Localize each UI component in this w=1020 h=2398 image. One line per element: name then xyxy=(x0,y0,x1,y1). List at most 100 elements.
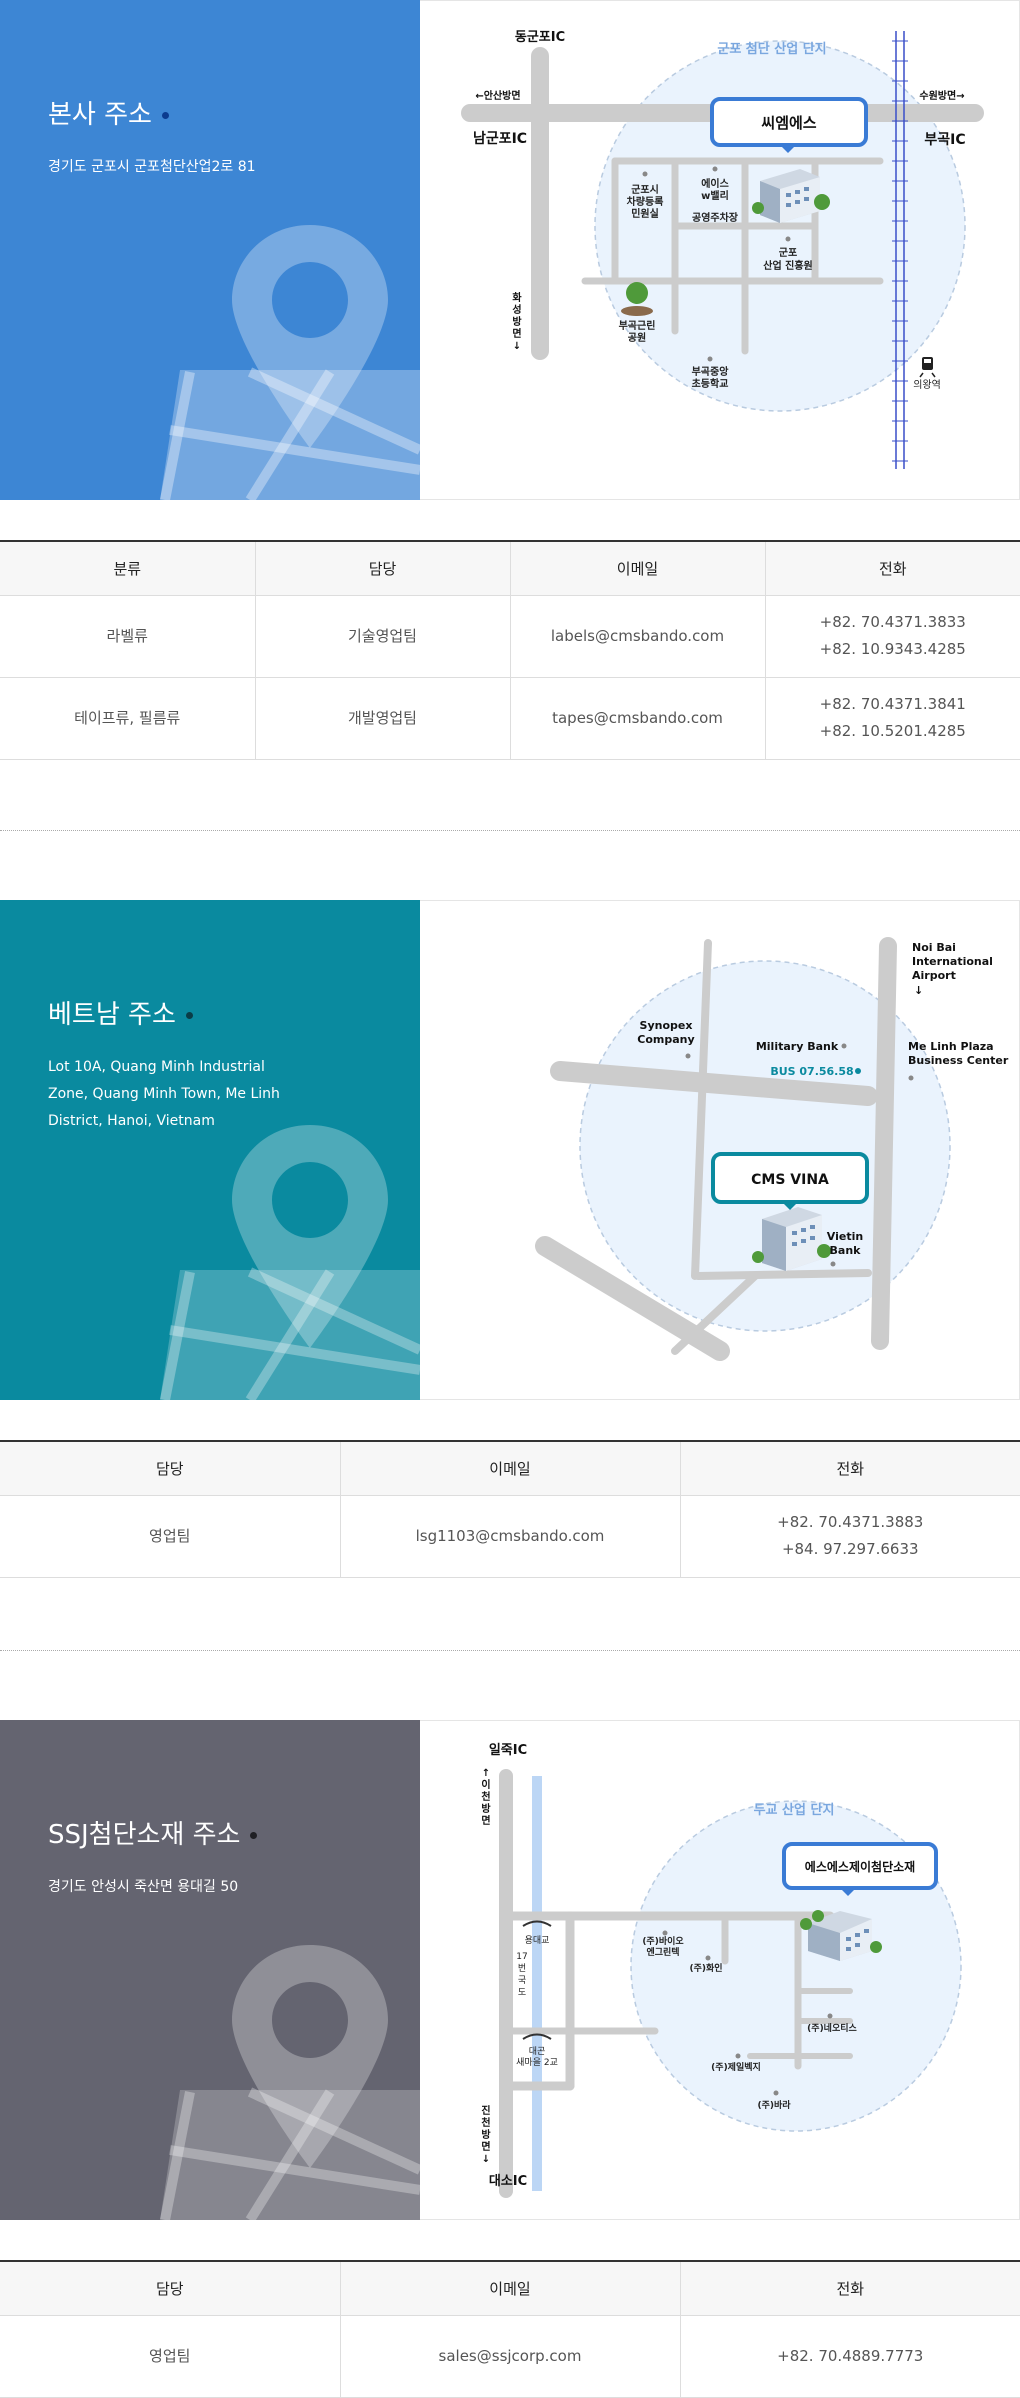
table-row: 영업팀 sales@ssjcorp.com +82. 70.4889.7773 xyxy=(0,2315,1020,2398)
email-link[interactable]: sales@ssjcorp.com xyxy=(340,2315,681,2398)
route-label: 17 xyxy=(516,1952,527,1962)
bridge-label: 대곤 xyxy=(529,2046,546,2057)
vn-address: Lot 10A, Quang Minh Industrial Zone, Qua… xyxy=(48,1059,280,1129)
direction-label: 방 xyxy=(481,2128,491,2141)
direction-label: 방 xyxy=(512,315,522,328)
ssj-map: 에스에스제이첨단소재 일죽IC 대소IC ↑ 이 천 방 면 진 천 방 면 ↓… xyxy=(420,1720,1020,2220)
direction-label: 이 xyxy=(481,1778,490,1791)
category-cell: 라벨류 xyxy=(0,595,256,678)
poi-label: Bank xyxy=(830,1244,862,1257)
poi-label: Business Center xyxy=(908,1054,1009,1067)
phone-number: +84. 97.297.6633 xyxy=(781,1540,919,1558)
poi-label: Me Linh Plaza xyxy=(908,1040,994,1053)
phone-cell: +82. 70.4371.3833 +82. 10.9343.4285 xyxy=(765,595,1020,678)
route-label: 국 xyxy=(518,1975,526,1986)
section-divider xyxy=(0,1650,1020,1651)
vn-contact-table: 담당 이메일 전화 영업팀 lsg1103@cmsbando.com +82. … xyxy=(0,1440,1020,1578)
phone-number: +82. 10.9343.4285 xyxy=(819,640,966,658)
bridge-label: 용대교 xyxy=(525,1935,550,1946)
poi-label: w밸리 xyxy=(701,189,729,202)
ic-label: 남군포IC xyxy=(473,130,527,147)
poi-label: 부곡중앙 xyxy=(692,366,730,378)
email-link[interactable]: labels@cmsbando.com xyxy=(510,595,766,678)
vn-location-section: 베트남 주소 Lot 10A, Quang Minh Industrial Zo… xyxy=(0,900,1020,1400)
map-pin-icon xyxy=(160,1945,420,2220)
poi-label: 공원 xyxy=(628,331,646,344)
poi-label: 공영주차장 xyxy=(692,211,739,224)
phone-number: +82. 70.4371.3883 xyxy=(777,1513,924,1531)
poi-label: 부곡근린 xyxy=(619,319,656,332)
header-team: 담당 xyxy=(255,540,511,596)
poi-label: (주)바라 xyxy=(757,2099,791,2111)
poi-label: (주)네오티스 xyxy=(807,2022,857,2034)
poi-label: 산업 진흥원 xyxy=(763,259,812,272)
poi-label: (주)제일벡지 xyxy=(711,2061,761,2073)
header-email: 이메일 xyxy=(510,540,766,596)
phone-cell: +82. 70.4889.7773 xyxy=(680,2315,1020,2398)
poi-label: 엔그린텍 xyxy=(646,1946,679,1958)
table-row: 라벨류 기술영업팀 labels@cmsbando.com +82. 70.43… xyxy=(0,595,1020,678)
hq-company-label: 씨엠에스 xyxy=(761,114,816,132)
vn-map: CMS VINA Noi Bai International Airport ↓… xyxy=(420,900,1020,1400)
ssj-title: SSJ첨단소재 주소 xyxy=(48,1814,258,1851)
map-pin-icon xyxy=(160,1125,420,1400)
route-label: 번 xyxy=(518,1963,526,1974)
hq-address: 경기도 군포시 군포첨단산업2로 81 xyxy=(48,159,256,175)
table-header-row: 담당 이메일 전화 xyxy=(0,1440,1020,1496)
phone-number: +82. 70.4371.3833 xyxy=(819,613,966,631)
ssj-address-panel: SSJ첨단소재 주소 경기도 안성시 죽산면 용대길 50 xyxy=(0,1720,420,2220)
hq-title: 본사 주소 xyxy=(48,94,169,131)
table-row: 테이프류, 필름류 개발영업팀 tapes@cmsbando.com +82. … xyxy=(0,677,1020,760)
header-phone: 전화 xyxy=(765,540,1020,596)
team-cell: 영업팀 xyxy=(0,2315,341,2398)
ssj-contact-table: 담당 이메일 전화 영업팀 sales@ssjcorp.com +82. 70.… xyxy=(0,2260,1020,2398)
direction-label: 면 xyxy=(481,1814,490,1827)
team-cell: 영업팀 xyxy=(0,1495,341,1578)
map-pin-icon xyxy=(160,225,420,500)
vn-company-label: CMS VINA xyxy=(751,1172,829,1188)
header-email: 이메일 xyxy=(340,1440,681,1496)
direction-label: 화 xyxy=(512,292,522,304)
hq-address-panel: 본사 주소 경기도 군포시 군포첨단산업2로 81 xyxy=(0,0,420,500)
ssj-company-label: 에스에스제이첨단소재 xyxy=(805,1859,915,1874)
team-cell: 기술영업팀 xyxy=(255,595,511,678)
station-label: 의왕역 xyxy=(913,379,941,391)
vn-address-panel: 베트남 주소 Lot 10A, Quang Minh Industrial Zo… xyxy=(0,900,420,1400)
direction-label: 면 xyxy=(481,2140,490,2153)
ic-label: 부곡IC xyxy=(924,132,965,148)
poi-label: Airport xyxy=(912,969,956,982)
phone-number: +82. 10.5201.4285 xyxy=(819,722,966,740)
phone-number: +82. 70.4371.3841 xyxy=(819,695,966,713)
direction-label: ←안산방면 xyxy=(475,89,520,102)
poi-label: International xyxy=(912,955,993,968)
email-link[interactable]: tapes@cmsbando.com xyxy=(510,677,766,760)
header-email: 이메일 xyxy=(340,2260,681,2316)
header-phone: 전화 xyxy=(680,2260,1020,2316)
email-link[interactable]: lsg1103@cmsbando.com xyxy=(340,1495,681,1578)
table-header-row: 담당 이메일 전화 xyxy=(0,2260,1020,2316)
hq-location-section: 본사 주소 경기도 군포시 군포첨단산업2로 81 씨엠에스 동군포IC 남군포… xyxy=(0,0,1020,500)
zone-label: 군포 첨단 산업 단지 xyxy=(717,41,826,57)
category-cell: 테이프류, 필름류 xyxy=(0,677,256,760)
direction-label: ↑ xyxy=(482,1768,490,1779)
poi-label: (주)바이오 xyxy=(642,1935,684,1947)
direction-label: 천 xyxy=(481,2116,490,2129)
direction-label: 진 xyxy=(481,2104,490,2117)
vn-title: 베트남 주소 xyxy=(48,994,193,1031)
poi-label: Military Bank xyxy=(756,1040,839,1053)
direction-label: 방 xyxy=(481,1802,491,1815)
section-divider xyxy=(0,830,1020,831)
poi-label: Company xyxy=(637,1033,694,1046)
poi-label: Vietin xyxy=(827,1230,863,1243)
direction-label: ↓ xyxy=(482,2154,490,2165)
header-category: 분류 xyxy=(0,540,256,596)
poi-label: Noi Bai xyxy=(912,941,956,954)
zone-label: 두교 산업 단지 xyxy=(754,1802,835,1818)
hq-map: 씨엠에스 동군포IC 남군포IC 부곡IC ←안산방면 수원방면→ 화 성 방 … xyxy=(420,0,1020,500)
direction-label: ↓ xyxy=(914,984,923,997)
header-team: 담당 xyxy=(0,2260,341,2316)
direction-label: 수원방면→ xyxy=(919,89,964,102)
poi-label: 차량등록 xyxy=(627,195,664,208)
header-team: 담당 xyxy=(0,1440,341,1496)
bridge-label: 새마을 2교 xyxy=(516,2057,558,2068)
